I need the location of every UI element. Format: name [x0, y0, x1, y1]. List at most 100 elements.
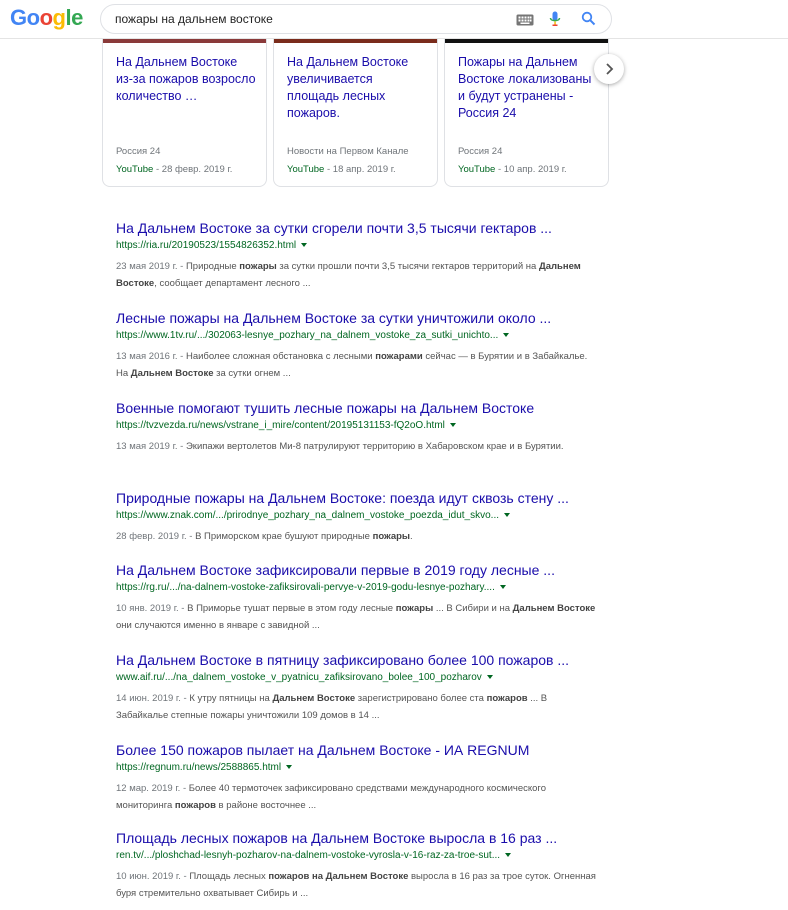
search-box	[100, 4, 612, 34]
video-card-date: - 18 апр. 2019 г.	[324, 164, 396, 175]
result-title-link[interactable]: Военные помогают тушить лесные пожары на…	[116, 399, 596, 417]
search-result: На Дальнем Востоке за сутки сгорели почт…	[116, 219, 596, 292]
video-card-date: - 10 апр. 2019 г.	[495, 164, 567, 175]
video-card[interactable]: Пожары на Дальнем Востоке локализованы и…	[444, 38, 609, 187]
search-result: Более 150 пожаров пылает на Дальнем Вост…	[116, 741, 596, 814]
video-card-source: Россия 24	[458, 146, 503, 157]
snippet-text: К утру пятницы на	[189, 693, 273, 704]
snippet-highlight: Дальнем Востоке	[272, 693, 356, 704]
result-url-text[interactable]: https://ria.ru/20190523/1554826352.html	[116, 240, 296, 251]
logo-part-4: le	[65, 5, 83, 30]
search-icon[interactable]	[581, 11, 596, 31]
video-card-channel: YouTube	[287, 164, 325, 175]
snippet-text: они случаются именно в январе с завидной…	[116, 620, 320, 631]
video-card-source: Россия 24	[116, 146, 161, 157]
logo-part-3: g	[52, 5, 66, 30]
url-dropdown-icon[interactable]	[301, 243, 308, 248]
result-url: https://ria.ru/20190523/1554826352.html	[116, 239, 596, 253]
snippet-highlight: пожаров на Дальнем Востоке	[268, 871, 409, 882]
result-url: https://regnum.ru/news/2588865.html	[116, 761, 596, 775]
result-snippet: 13 мая 2016 г. - Наиболее сложная обстан…	[116, 348, 596, 382]
result-url: www.aif.ru/.../na_dalnem_vostoke_v_pyatn…	[116, 671, 596, 685]
video-card[interactable]: На Дальнем Востоке из-за пожаров возросл…	[102, 38, 267, 187]
snippet-text: зарегистрировано более ста	[355, 693, 487, 704]
search-result: На Дальнем Востоке в пятницу зафиксирова…	[116, 651, 596, 724]
carousel-next-button[interactable]	[594, 54, 624, 84]
result-snippet: 23 мая 2019 г. - Природные пожары за сут…	[116, 258, 596, 292]
video-card-channel: YouTube	[458, 164, 496, 175]
video-card-title[interactable]: На Дальнем Востоке из-за пожаров возросл…	[116, 54, 256, 105]
video-card-title[interactable]: На Дальнем Востоке увеличивается площадь…	[287, 54, 427, 122]
result-title-link[interactable]: Лесные пожары на Дальнем Востоке за сутк…	[116, 309, 596, 327]
mic-icon[interactable]	[549, 11, 561, 32]
snippet-text: Экипажи вертолетов Ми-8 патрулируют терр…	[185, 441, 564, 452]
result-snippet: 14 июн. 2019 г. - К утру пятницы на Даль…	[116, 690, 596, 724]
result-title-link[interactable]: Более 150 пожаров пылает на Дальнем Вост…	[116, 741, 596, 759]
url-dropdown-icon[interactable]	[499, 585, 506, 590]
snippet-text: В Приморском крае бушуют природные	[195, 531, 373, 542]
video-card[interactable]: На Дальнем Востоке увеличивается площадь…	[273, 38, 438, 187]
video-card-title[interactable]: Пожары на Дальнем Востоке локализованы и…	[458, 54, 598, 122]
url-dropdown-icon[interactable]	[449, 423, 456, 428]
url-dropdown-icon[interactable]	[486, 675, 493, 680]
url-dropdown-icon[interactable]	[503, 333, 510, 338]
result-url-text[interactable]: https://rg.ru/.../na-dalnem-vostoke-zafi…	[116, 582, 495, 593]
result-url: ren.tv/.../ploshchad-lesnyh-pozharov-na-…	[116, 849, 596, 863]
video-card-meta: YouTube - 10 апр. 2019 г.	[458, 164, 567, 175]
result-date: 14 июн. 2019 г. -	[116, 693, 190, 704]
snippet-text: .	[410, 531, 413, 542]
snippet-text: В Приморье тушат первые в этом году лесн…	[187, 603, 396, 614]
url-dropdown-icon[interactable]	[286, 765, 293, 770]
snippet-text: за сутки прошли почти 3,5 тысячи гектаро…	[276, 261, 539, 272]
result-url: https://tvzvezda.ru/news/vstrane_i_mire/…	[116, 419, 596, 433]
result-title-link[interactable]: На Дальнем Востоке в пятницу зафиксирова…	[116, 651, 596, 669]
result-title-link[interactable]: Природные пожары на Дальнем Востоке: пое…	[116, 489, 596, 507]
result-snippet: 28 февр. 2019 г. - В Приморском крае буш…	[116, 528, 596, 545]
result-url: https://www.1tv.ru/.../302063-lesnye_poz…	[116, 329, 596, 343]
result-snippet: 10 янв. 2019 г. - В Приморье тушат первы…	[116, 600, 596, 634]
top-bar: Google	[0, 0, 788, 39]
video-card-channel: YouTube	[116, 164, 154, 175]
result-date: 13 мая 2016 г. -	[116, 351, 186, 362]
snippet-text: в районе восточнее ...	[215, 800, 317, 811]
snippet-text: за сутки огнем ...	[213, 368, 291, 379]
search-result: Природные пожары на Дальнем Востоке: пое…	[116, 489, 596, 545]
google-logo[interactable]: Google	[10, 5, 83, 31]
url-dropdown-icon[interactable]	[505, 853, 512, 858]
result-title-link[interactable]: На Дальнем Востоке зафиксировали первые …	[116, 561, 596, 579]
logo-part-2: o	[39, 5, 53, 30]
snippet-text: Наиболее сложная обстановка с лесными	[185, 351, 376, 362]
url-dropdown-icon[interactable]	[504, 513, 510, 518]
result-url-text[interactable]: ren.tv/.../ploshchad-lesnyh-pozharov-na-…	[116, 850, 500, 861]
result-url: https://www.znak.com/.../prirodnye_pozha…	[116, 509, 596, 523]
result-url-text[interactable]: https://regnum.ru/news/2588865.html	[116, 762, 281, 773]
video-card-meta: YouTube - 28 февр. 2019 г.	[116, 164, 232, 175]
result-url: https://rg.ru/.../na-dalnem-vostoke-zafi…	[116, 581, 596, 595]
snippet-text: Площадь лесных	[189, 871, 269, 882]
snippet-highlight: пожары	[395, 603, 434, 614]
result-snippet: 10 июн. 2019 г. - Площадь лесных пожаров…	[116, 868, 596, 902]
snippet-highlight: пожары	[239, 261, 277, 272]
result-title-link[interactable]: Площадь лесных пожаров на Дальнем Восток…	[116, 829, 596, 847]
video-card-meta: YouTube - 18 апр. 2019 г.	[287, 164, 396, 175]
result-url-text[interactable]: www.aif.ru/.../na_dalnem_vostoke_v_pyatn…	[116, 672, 482, 683]
chevron-right-icon	[606, 63, 614, 75]
keyboard-icon[interactable]	[516, 13, 534, 31]
result-url-text[interactable]: https://www.1tv.ru/.../302063-lesnye_poz…	[116, 330, 498, 341]
result-snippet: 12 мар. 2019 г. - Более 40 термоточек за…	[116, 780, 596, 814]
video-card-date: - 28 февр. 2019 г.	[153, 164, 233, 175]
result-date: 23 мая 2019 г. -	[116, 261, 186, 272]
result-url-text[interactable]: https://tvzvezda.ru/news/vstrane_i_mire/…	[116, 420, 445, 431]
search-input[interactable]	[115, 5, 495, 33]
result-url-text[interactable]: https://www.znak.com/.../prirodnye_pozha…	[116, 510, 499, 521]
search-result: На Дальнем Востоке зафиксировали первые …	[116, 561, 596, 634]
snippet-text: ... В Сибири и на	[433, 603, 513, 614]
search-result: Лесные пожары на Дальнем Востоке за сутк…	[116, 309, 596, 382]
result-title-link[interactable]: На Дальнем Востоке за сутки сгорели почт…	[116, 219, 596, 237]
logo-part-1: Go	[10, 5, 40, 30]
video-card-source: Новости на Первом Канале	[287, 146, 409, 157]
snippet-highlight: Дальнем Востоке	[130, 368, 214, 379]
result-date: 12 мар. 2019 г. -	[116, 783, 189, 794]
result-date: 10 июн. 2019 г. -	[116, 871, 190, 882]
snippet-highlight: Дальнем Востоке	[512, 603, 596, 614]
